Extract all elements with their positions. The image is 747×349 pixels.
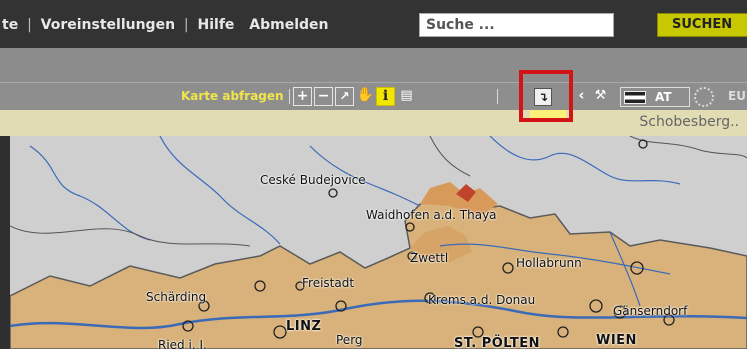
city-label: Ceské Budejovice xyxy=(260,173,366,187)
city-label: Waidhofen a.d. Thaya xyxy=(366,208,497,222)
city-label: Ried i. I. xyxy=(158,338,207,349)
austria-map-button[interactable]: AT xyxy=(620,87,690,107)
info-icon[interactable]: i xyxy=(376,87,395,106)
city-label: Gänserndorf xyxy=(613,304,688,318)
header-band xyxy=(0,48,747,82)
location-readout: Schobesberg.. xyxy=(639,114,739,130)
zoom-extent-icon[interactable]: ↗ xyxy=(335,87,354,106)
pan-hand-icon[interactable]: ✋ xyxy=(356,87,375,106)
redirect-arrow-icon[interactable]: ↴ xyxy=(534,88,552,106)
hammer-icon[interactable]: ⚒ xyxy=(591,87,610,106)
map-toolbar: Karte abfragen + − ↗ ✋ i ▤ ↴ ‹ ⚒ AT EU xyxy=(0,82,747,110)
city-label: Freistadt xyxy=(302,276,355,290)
zoom-in-icon[interactable]: + xyxy=(293,87,312,106)
nav-separator: | xyxy=(27,17,32,33)
europe-map-button[interactable]: EU xyxy=(694,87,747,107)
nav-link-logout[interactable]: Abmelden xyxy=(249,17,328,33)
toolbar-separator xyxy=(497,89,498,104)
back-arrow-icon[interactable]: ‹ xyxy=(572,87,591,106)
nav-separator: | xyxy=(183,17,189,33)
zoom-out-icon[interactable]: − xyxy=(314,87,333,106)
city-label: Hollabrunn xyxy=(516,256,582,270)
city-label: LINZ xyxy=(286,319,322,334)
active-tool-indicator xyxy=(530,110,566,119)
eu-stars-icon xyxy=(694,87,714,107)
nav-link-help[interactable]: Hilfe xyxy=(198,17,235,33)
top-bar: te | Voreinstellungen | Hilfe Abmelden S… xyxy=(0,0,747,48)
city-label: Perg xyxy=(336,333,363,347)
austria-flag-icon xyxy=(624,91,646,104)
query-map-label: Karte abfragen xyxy=(181,89,284,103)
nav-link-preferences[interactable]: Voreinstellungen xyxy=(41,17,175,33)
austria-label: AT xyxy=(655,90,672,104)
search-button[interactable]: SUCHEN xyxy=(657,13,747,37)
city-label: WIEN xyxy=(596,333,637,348)
city-label: Schärding xyxy=(146,290,207,304)
print-icon[interactable]: ▤ xyxy=(397,87,416,106)
info-bar: Schobesberg.. xyxy=(0,110,747,136)
city-label: ST. PÖLTEN xyxy=(454,336,541,349)
europe-label: EU xyxy=(728,89,746,103)
search-input[interactable] xyxy=(419,13,614,37)
top-navigation: te | Voreinstellungen | Hilfe Abmelden xyxy=(2,17,329,33)
map-canvas[interactable]: Ceské Budejovice Waidhofen a.d. Thaya Zw… xyxy=(10,136,747,349)
city-label: Zwettl xyxy=(410,251,449,265)
nav-link-partial[interactable]: te xyxy=(2,17,18,33)
city-label: Krems a.d. Donau xyxy=(428,293,536,307)
toolbar-separator xyxy=(289,89,290,104)
